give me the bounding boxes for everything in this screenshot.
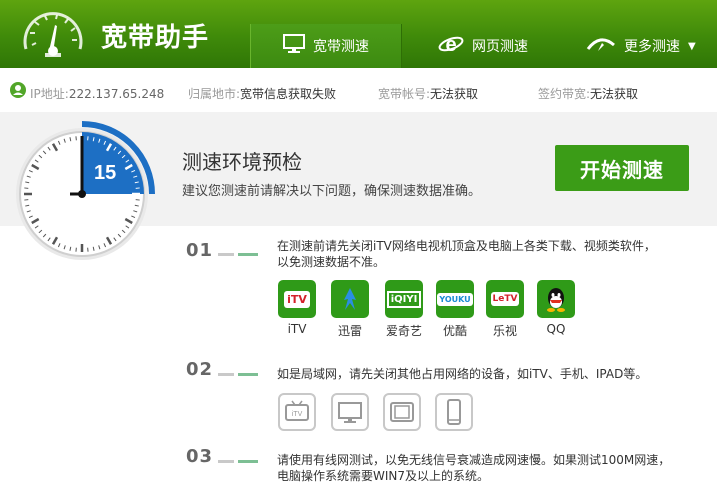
- app-label: 乐视: [492, 324, 517, 338]
- app-title: 宽带助手: [101, 23, 210, 53]
- ip-address: IP地址:222.137.65.248: [30, 87, 165, 101]
- tab-more-speed[interactable]: 更多测速 ▼: [586, 24, 714, 68]
- svg-text:iTV: iTV: [292, 411, 303, 418]
- countdown-clock-icon: 15: [14, 118, 162, 266]
- step-number: 02: [186, 359, 214, 380]
- monitor-icon: [283, 34, 305, 58]
- speedometer-icon: [586, 35, 616, 57]
- tab-label: 宽带测速: [313, 39, 369, 55]
- user-icon: [10, 82, 26, 98]
- info-bar: IP地址:222.137.65.248 归属地市:宽带信息获取失败 宽带帐号:无…: [0, 68, 717, 112]
- tv-box-icon: iTV: [278, 393, 316, 431]
- monitor-device-icon: [331, 393, 369, 431]
- tab-web-speed[interactable]: e 网页测速: [436, 24, 556, 68]
- precheck-title: 测速环境预检: [182, 150, 302, 174]
- app-label: 优酷: [442, 324, 467, 338]
- tab-label: 更多测速: [624, 39, 680, 55]
- step-text: 在测速前请先关闭iTV网络电视机顶盒及电脑上各类下载、视频类软件， 以免测速数据…: [277, 239, 656, 269]
- xunlei-app-icon: [331, 280, 369, 318]
- qq-app-icon: [537, 280, 575, 318]
- step-number: 01: [186, 240, 214, 261]
- youku-app-icon: YOUKU: [436, 280, 474, 318]
- svg-text:e: e: [445, 34, 456, 56]
- step-number: 03: [186, 446, 214, 467]
- step-divider: [238, 373, 258, 376]
- step-divider: [238, 460, 258, 463]
- start-speed-test-button[interactable]: 开始测速: [555, 145, 689, 191]
- step-divider: [238, 253, 258, 256]
- letv-app-icon: LeTV: [486, 280, 524, 318]
- ie-browser-icon: e: [438, 32, 464, 60]
- app-label: iTV: [287, 322, 307, 336]
- step-divider: [218, 373, 234, 376]
- tablet-icon: [383, 393, 421, 431]
- step-divider: [218, 253, 234, 256]
- step-text: 如是局域网，请先关闭其他占用网络的设备，如iTV、手机、IPAD等。: [277, 367, 648, 381]
- region-info: 归属地市:宽带信息获取失败: [188, 87, 337, 101]
- app-label: 迅雷: [337, 324, 362, 338]
- step-text: 请使用有线网测试，以免无线信号衰减造成网速慢。如果测试100M网速， 电脑操作系…: [277, 453, 671, 483]
- tab-broadband-speed[interactable]: 宽带测速: [250, 24, 402, 68]
- iqiyi-app-icon: iQIYI: [385, 280, 423, 318]
- account-info: 宽带帐号:无法获取: [378, 87, 479, 101]
- speedometer-logo-icon: [18, 7, 88, 61]
- precheck-subtitle: 建议您测速前请解决以下问题，确保测速数据准确。: [182, 184, 482, 199]
- step-divider: [218, 460, 234, 463]
- app-label: QQ: [546, 322, 566, 336]
- countdown-value: 15: [94, 162, 117, 184]
- chevron-down-icon: ▼: [688, 40, 696, 52]
- app-label: 爱奇艺: [385, 324, 422, 338]
- phone-icon: [435, 393, 473, 431]
- itv-app-icon: iTV: [278, 280, 316, 318]
- bandwidth-info: 签约带宽:无法获取: [538, 87, 639, 101]
- header-bar: 宽带助手 宽带测速 e 网页测速 更多测速 ▼: [0, 0, 717, 68]
- tab-label: 网页测速: [472, 39, 528, 55]
